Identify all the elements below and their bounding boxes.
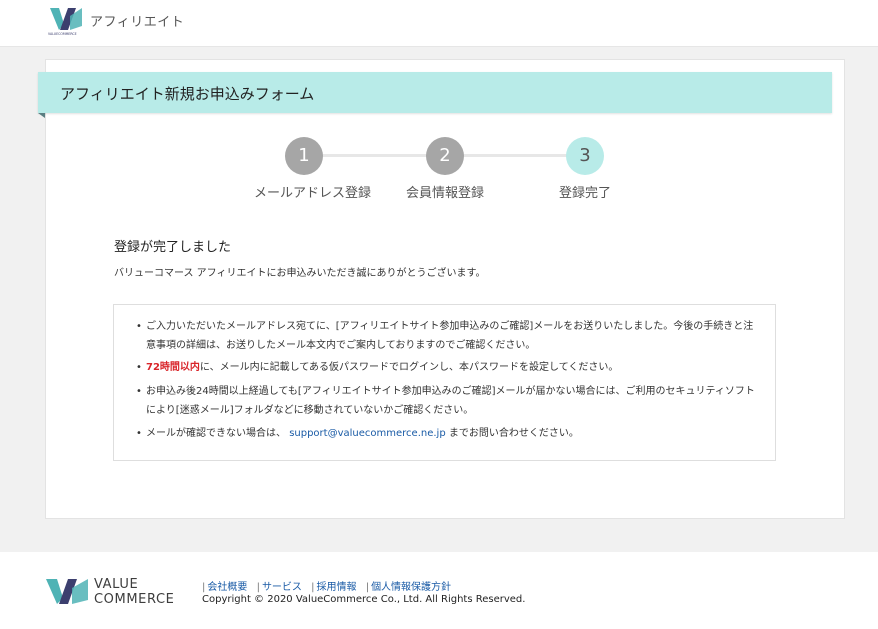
- footer-links: | 会社概要 | サービス | 採用情報 | 個人情報保護方針: [202, 578, 457, 593]
- footer-brand-line2: COMMERCE: [94, 592, 175, 607]
- notice-text: メールが確認できない場合は、: [146, 428, 286, 439]
- site-footer: VALUE COMMERCE | 会社概要 | サービス | 採用情報 | 個人情報保護…: [0, 552, 878, 629]
- notice-item-email-sent: • ご入力いただいたメールアドレス宛てに、[アフィリエイトサイト参加申込みのご確認…: [136, 317, 756, 355]
- step-1-circle: 1: [285, 137, 323, 175]
- notice-text: に、メール内に記載してある仮パスワードでログインし、本パスワードを設定してくださ…: [199, 362, 619, 373]
- step-3-circle: 3: [566, 137, 604, 175]
- notice-text: 意事項の詳細は、お送りしたメール本文内でご案内しておりますのでご確認ください。: [146, 340, 536, 351]
- step-connector: [445, 154, 585, 157]
- footer-link-privacy[interactable]: 個人情報保護方針: [371, 582, 451, 593]
- completion-heading: 登録が完了しました: [114, 240, 232, 255]
- footer-link-recruit[interactable]: 採用情報: [317, 582, 357, 593]
- banner-fold-decoration: [38, 113, 45, 118]
- form-title-banner: アフィリエイト新規お申込みフォーム: [38, 72, 832, 118]
- link-separator: |: [202, 582, 206, 593]
- form-title: アフィリエイト新規お申込みフォーム: [60, 85, 315, 103]
- support-email-link[interactable]: support@valuecommerce.ne.jp: [289, 428, 445, 439]
- step-2-label: 会員情報登録: [405, 186, 484, 201]
- link-separator: |: [365, 582, 370, 593]
- link-separator: |: [311, 582, 315, 593]
- step-2-circle: 2: [426, 137, 464, 175]
- footer-brand-line1: VALUE: [94, 577, 139, 592]
- step-1-label: メールアドレス登録: [254, 186, 372, 201]
- valuecommerce-logo-icon[interactable]: VALUECOMMERCE: [48, 6, 84, 36]
- footer-link-company[interactable]: 会社概要: [207, 582, 247, 593]
- bullet-icon: •: [136, 386, 142, 397]
- thanks-message: バリューコマース アフィリエイトにお申込みいただき誠にありがとうございます。: [114, 268, 486, 279]
- footer-link-service[interactable]: サービス: [262, 582, 302, 593]
- deadline-emphasis: 72時間以内: [146, 362, 200, 373]
- notice-text: までお問い合わせください。: [445, 428, 579, 439]
- footer-brand: VALUE COMMERCE: [94, 577, 174, 607]
- notice-box: • ご入力いただいたメールアドレス宛てに、[アフィリエイトサイト参加申込みのご確認…: [113, 304, 776, 461]
- valuecommerce-logo-icon[interactable]: [45, 576, 89, 606]
- step-3-label: 登録完了: [558, 186, 611, 201]
- notice-item-password: • 72時間以内に、メール内に記載してある仮パスワードでログインし、本パスワードを…: [136, 358, 756, 377]
- notice-item-not-received: • お申込み後24時間以上経過しても[アフィリエイトサイト参加申込みのご確認]メー…: [136, 382, 756, 420]
- bullet-icon: •: [136, 321, 142, 332]
- notice-text: ご入力いただいたメールアドレス宛てに、[アフィリエイトサイト参加申込みのご確認]…: [146, 321, 754, 332]
- link-separator: |: [256, 582, 260, 593]
- copyright: Copyright © 2020 ValueCommerce Co., Ltd.…: [202, 594, 526, 605]
- site-header: VALUECOMMERCE アフィリエイト: [0, 0, 878, 47]
- logo-small-text: VALUECOMMERCE: [48, 32, 77, 36]
- notice-text: お申込み後24時間以上経過しても[アフィリエイトサイト参加申込みのご確認]メール…: [146, 386, 755, 397]
- bullet-icon: •: [136, 428, 142, 439]
- bullet-icon: •: [136, 362, 142, 373]
- notice-item-contact: • メールが確認できない場合は、 support@valuecommerce.ne…: [136, 424, 756, 443]
- header-title: アフィリエイト: [90, 15, 185, 30]
- notice-text: により[迷惑メール]フォルダなどに移動されていないかご確認ください。: [146, 405, 474, 416]
- step-connector: [304, 154, 445, 157]
